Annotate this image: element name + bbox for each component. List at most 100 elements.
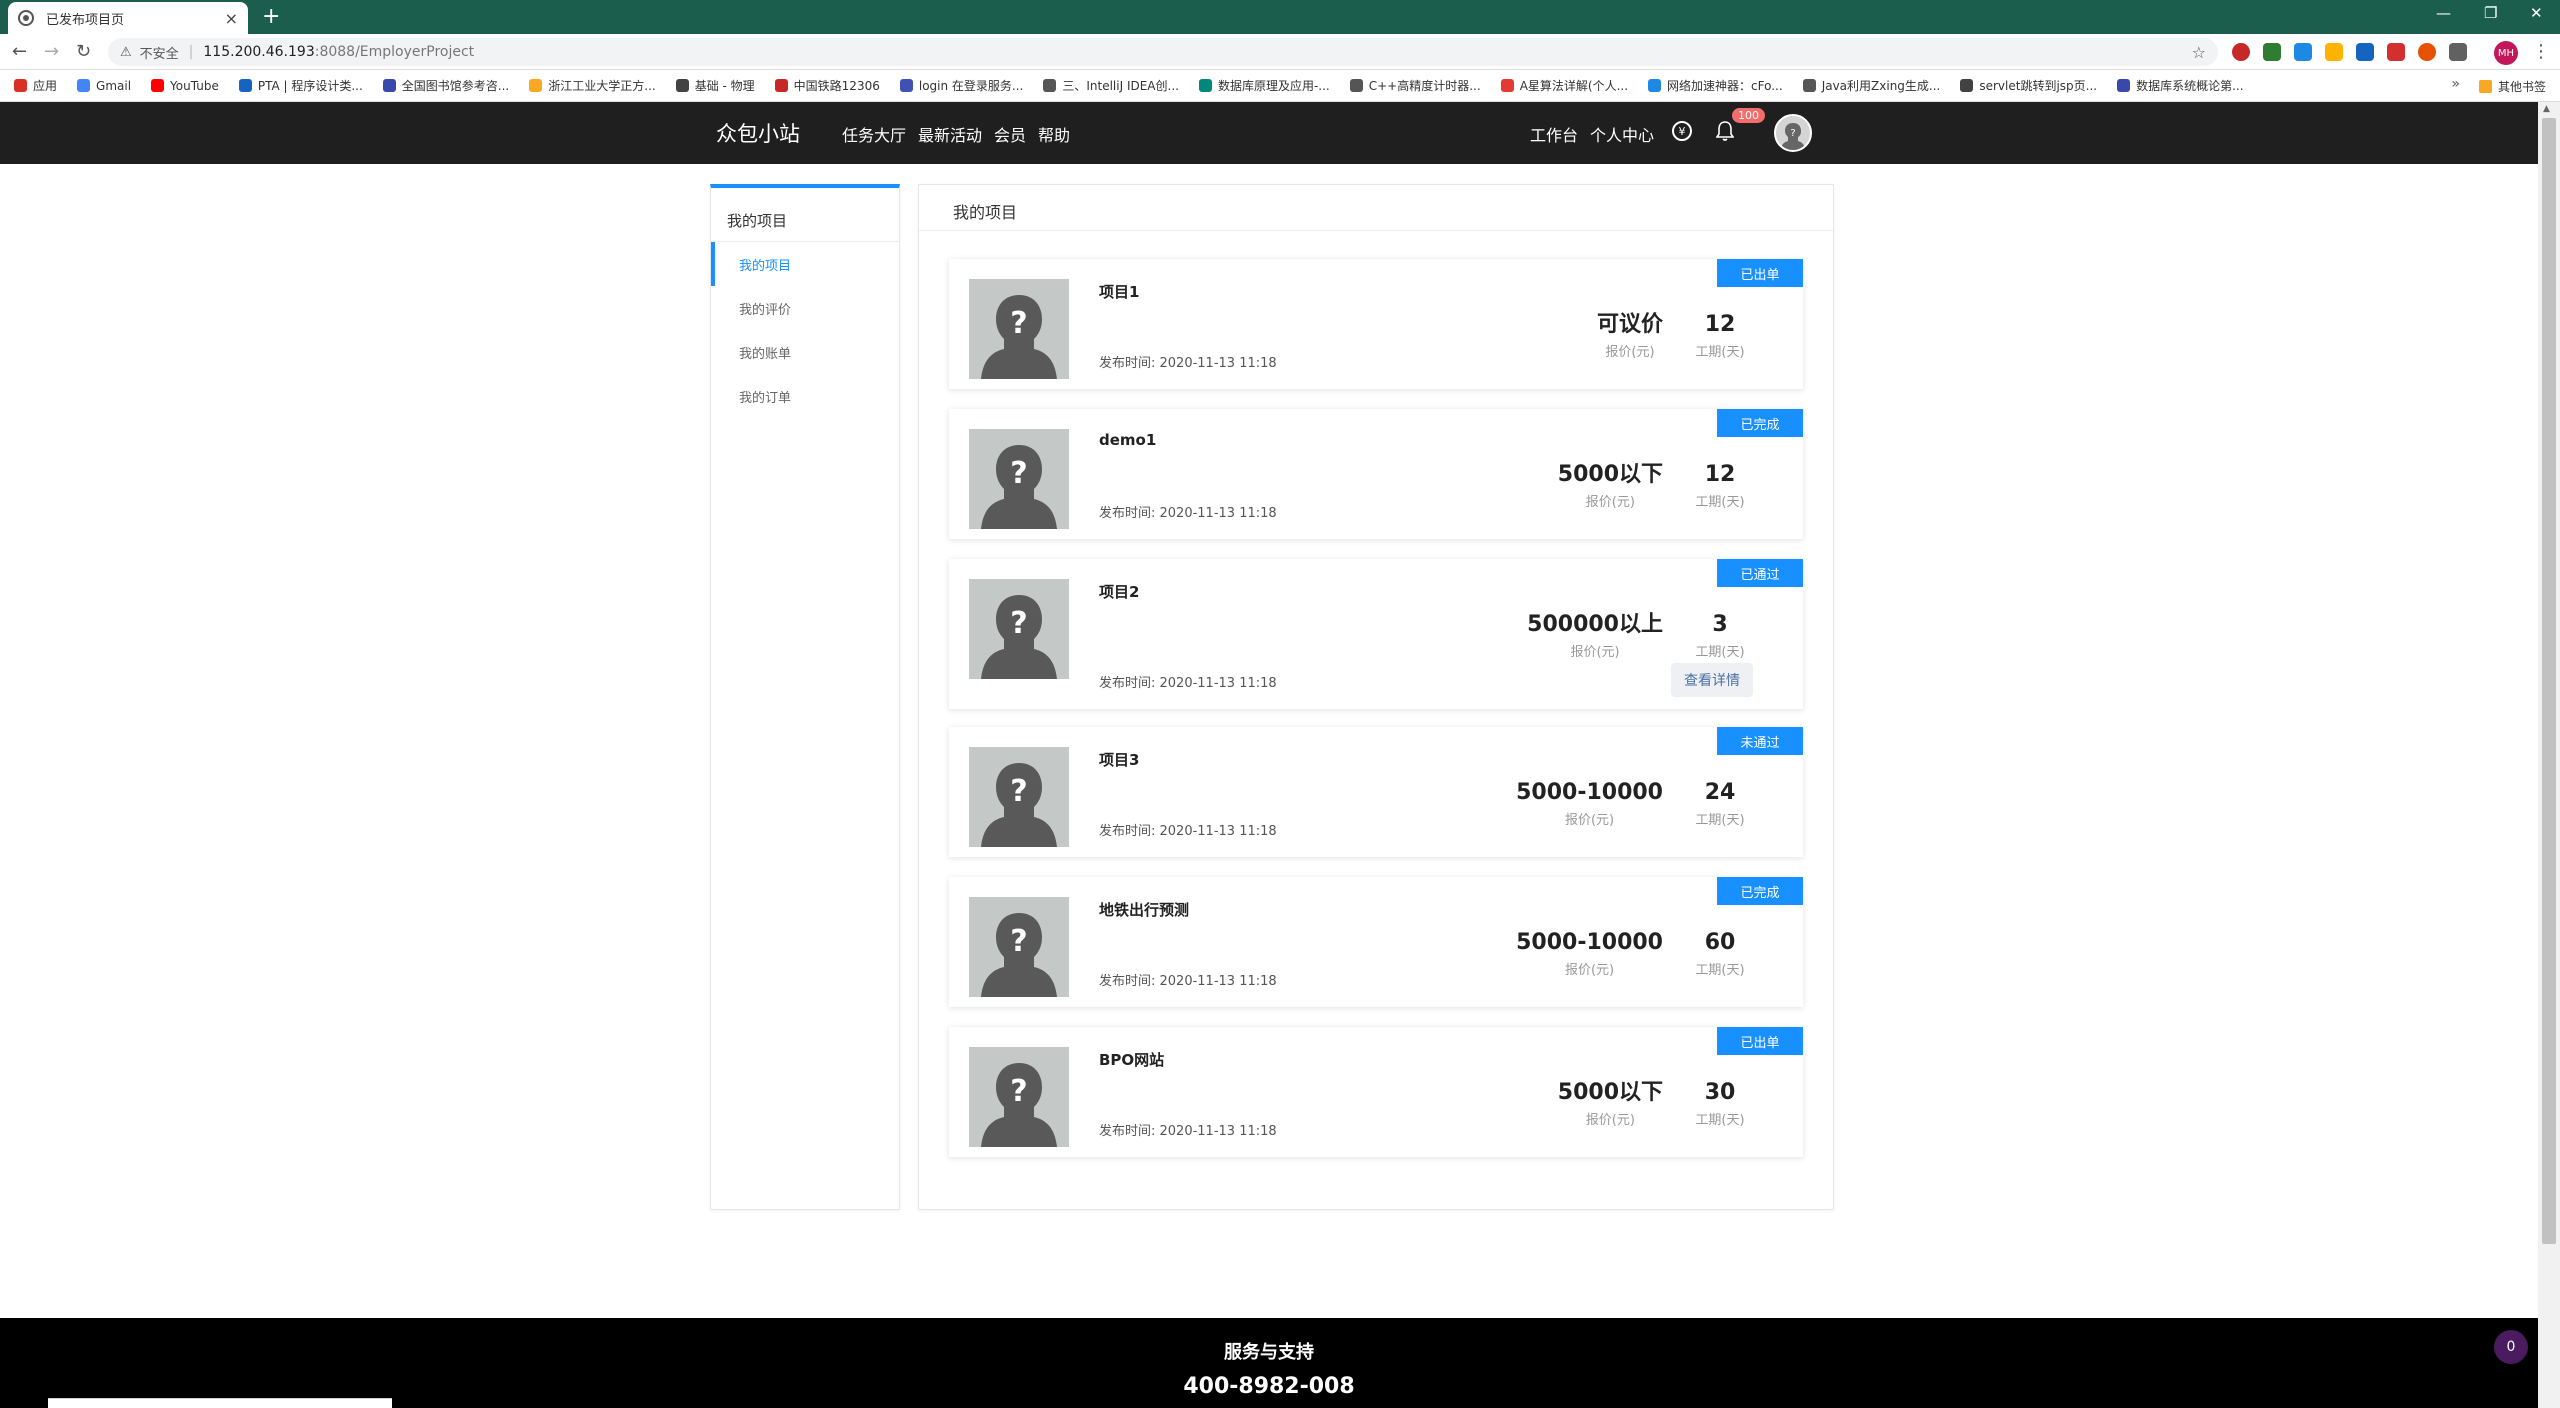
bookmark-label: 浙江工业大学正方... [548,79,656,93]
project-name[interactable]: 项目3 [1099,749,1139,770]
extension-icon[interactable] [2325,43,2343,61]
other-bookmarks[interactable]: 其他书签 [2478,78,2546,95]
price-block: 可议价 报价(元) [1597,311,1663,360]
sidebar-item-my-reviews[interactable]: 我的评价 [711,286,899,330]
bookmark-item[interactable]: Java利用Zxing生成... [1802,77,1941,94]
project-card[interactable]: ? 地铁出行预测 发布时间: 2020-11-13 11:18 已完成 5000-100… [949,877,1803,1007]
sidebar-item-my-bills[interactable]: 我的账单 [711,330,899,374]
period-label: 工期(天) [1695,813,1745,828]
reload-button[interactable]: ↻ [76,41,91,62]
bookmark-item[interactable]: 应用 [14,77,57,94]
bookmark-label: PTA | 程序设计类... [257,79,363,93]
project-card[interactable]: ? BPO网站 发布时间: 2020-11-13 11:18 已出单 5000以下 报价(… [949,1027,1803,1157]
bookmark-item[interactable]: login 在登录服务... [899,77,1023,94]
page-title: 我的项目 [919,185,1833,231]
period-label: 工期(天) [1695,345,1745,360]
nav-workbench[interactable]: 工作台 [1530,122,1578,146]
nav-task-hall[interactable]: 任务大厅 [842,122,906,146]
sidebar-item-my-projects[interactable]: 我的项目 [711,242,899,286]
bookmark-label: Java利用Zxing生成... [1821,79,1941,93]
project-name[interactable]: demo1 [1099,431,1156,449]
bookmark-label: 应用 [33,79,58,93]
nav-help[interactable]: 帮助 [1038,122,1070,146]
site-logo[interactable]: 众包小站 [716,118,800,148]
bookmark-item[interactable]: A星算法详解(个人... [1500,77,1628,94]
price-block: 5000-10000 报价(元) [1516,929,1663,978]
profile-avatar[interactable]: MH [2494,41,2518,65]
period-value: 24 [1704,780,1736,805]
user-avatar[interactable]: ? [1774,114,1812,152]
nav-latest-events[interactable]: 最新活动 [918,122,982,146]
bookmark-item[interactable]: 中国铁路12306 [774,77,880,94]
browser-menu-icon[interactable]: ⋮ [2532,41,2550,62]
project-name[interactable]: 地铁出行预测 [1099,899,1189,920]
bookmark-favicon-icon [151,79,165,92]
period-value: 60 [1704,930,1736,955]
extension-icon[interactable] [2418,43,2436,61]
main-panel: 我的项目 ? 项目1 发布时间: 2020-11-13 11:18 已出单 可议价 报价(… [918,184,1834,1210]
bookmark-label: YouTube [170,78,219,93]
scroll-up-arrow-icon[interactable]: ▲ [2543,104,2550,114]
bookmark-item[interactable]: 浙江工业大学正方... [529,77,656,94]
tab-close-button[interactable]: × [225,9,238,28]
project-name[interactable]: BPO网站 [1099,1049,1164,1070]
new-tab-button[interactable]: + [262,4,280,29]
bookmark-item[interactable]: YouTube [151,79,219,93]
price-label: 报价(元) [1585,1113,1635,1128]
status-badge: 已出单 [1717,259,1803,287]
nav-personal-center[interactable]: 个人中心 [1590,122,1654,146]
period-block: 60 工期(天) [1685,929,1755,978]
bookmark-item[interactable]: 基础 - 物理 [675,77,755,94]
bookmark-favicon-icon [2117,79,2131,92]
bookmark-favicon-icon [899,79,913,92]
chat-bubble-button[interactable]: 0 [2494,1330,2528,1364]
extension-icon[interactable] [2263,43,2281,61]
bookmark-item[interactable]: 网络加速神器：cFo... [1648,77,1783,94]
project-card[interactable]: ? 项目2 发布时间: 2020-11-13 11:18 已通过 500000以上 报价(… [949,559,1803,709]
bookmark-item[interactable]: servlet跳转到jsp页... [1960,77,2097,94]
price-label: 报价(元) [1564,813,1615,828]
period-label: 工期(天) [1695,495,1745,510]
bookmark-item[interactable]: Gmail [77,79,131,93]
bookmark-favicon-icon [1802,79,1816,92]
coin-icon[interactable]: ¥ [1672,121,1692,141]
puzzle-icon[interactable] [2449,43,2467,61]
scrollbar-thumb[interactable] [2542,118,2556,1244]
sidebar-item-my-orders[interactable]: 我的订单 [711,374,899,418]
browser-tab-bar: 已发布项目页 × + — ❐ ✕ [0,0,2560,34]
project-card[interactable]: ? demo1 发布时间: 2020-11-13 11:18 已完成 5000以下 报价(… [949,409,1803,539]
forward-button[interactable]: → [44,41,59,62]
extension-icon[interactable] [2294,43,2312,61]
bookmark-item[interactable]: 全国图书馆参考咨... [382,77,510,94]
view-details-button[interactable]: 查看详情 [1671,663,1753,697]
bookmark-item[interactable]: PTA | 程序设计类... [238,77,363,94]
sidebar-title: 我的项目 [711,188,899,242]
bookmark-item[interactable]: 数据库系统概论第... [2117,77,2244,94]
project-name[interactable]: 项目2 [1099,581,1139,602]
period-value: 12 [1704,312,1736,337]
nav-membership[interactable]: 会员 [994,122,1026,146]
bookmark-label: 全国图书馆参考咨... [401,79,510,93]
browser-tab[interactable]: 已发布项目页 × [8,2,248,34]
extension-icon[interactable] [2387,43,2405,61]
back-button[interactable]: ← [12,41,27,62]
extension-icon[interactable] [2356,43,2374,61]
bookmark-item[interactable]: 三、IntelliJ IDEA创... [1043,77,1179,94]
project-card[interactable]: ? 项目3 发布时间: 2020-11-13 11:18 未通过 5000-10000 报… [949,727,1803,857]
extension-icon[interactable] [2232,43,2250,61]
bell-icon[interactable] [1715,120,1735,146]
bookmark-item[interactable]: C++高精度计时器... [1349,77,1481,94]
project-name[interactable]: 项目1 [1099,281,1139,302]
security-status: 不安全 [139,46,179,62]
price-block: 5000以下 报价(元) [1558,1079,1663,1128]
bookmarks-overflow-button[interactable]: » [2451,76,2460,92]
bookmark-item[interactable]: 数据库原理及应用-... [1198,77,1330,94]
bookmark-star-icon[interactable]: ☆ [2192,43,2206,62]
publish-time-value: 2020-11-13 11:18 [1159,824,1277,839]
restore-button[interactable]: ❐ [2484,4,2497,22]
project-card[interactable]: ? 项目1 发布时间: 2020-11-13 11:18 已出单 可议价 报价(元) 12 工… [949,259,1803,389]
close-window-button[interactable]: ✕ [2530,4,2543,22]
address-bar[interactable]: ⚠ 不安全 | 115.200.46.193 :8088/EmployerPro… [108,38,2218,66]
price-value: 5000-10000 [1516,780,1663,805]
minimize-button[interactable]: — [2436,4,2451,22]
